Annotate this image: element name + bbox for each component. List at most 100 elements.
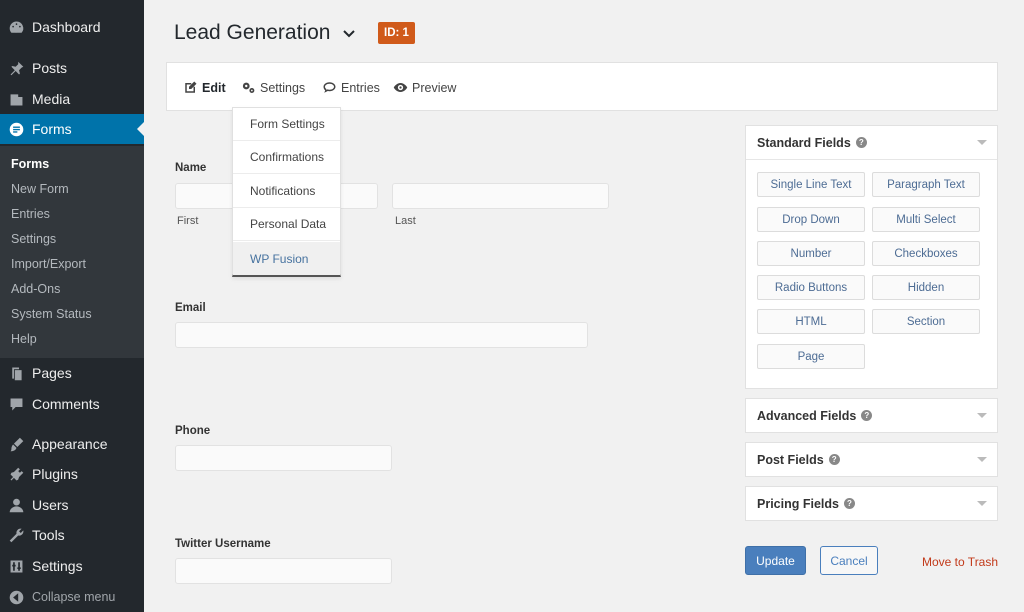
twitter-field-label: Twitter Username [175, 538, 271, 550]
cancel-button[interactable]: Cancel [820, 546, 878, 575]
wrench-icon [0, 527, 32, 544]
tab-edit[interactable]: Edit [183, 63, 226, 112]
help-icon[interactable]: ? [861, 410, 873, 421]
help-icon[interactable]: ? [855, 137, 867, 148]
add-paragraph-text-button[interactable]: Paragraph Text [872, 172, 980, 197]
menu-forms-label: Forms [32, 121, 72, 137]
menu-appearance-label: Appearance [32, 436, 108, 452]
forms-icon [0, 121, 32, 138]
submenu-settings[interactable]: Settings [11, 232, 56, 246]
add-multi-select-button[interactable]: Multi Select [872, 207, 980, 232]
tab-settings-label: Settings [260, 80, 306, 95]
menu-users-label: Users [32, 497, 69, 513]
help-icon[interactable]: ? [828, 454, 840, 465]
dashboard-icon [0, 19, 32, 36]
tab-preview[interactable]: Preview [393, 63, 456, 112]
add-hidden-button[interactable]: Hidden [872, 275, 980, 300]
chevron-down-icon[interactable] [342, 27, 356, 41]
edit-icon [185, 81, 197, 93]
post-fields-panel[interactable]: Post Fields ? [745, 442, 998, 477]
menu-tools-label: Tools [32, 527, 65, 543]
menu-plugins-label: Plugins [32, 466, 78, 482]
comment-bubble-icon [323, 82, 336, 93]
name-last-input[interactable] [392, 183, 609, 209]
phone-input[interactable] [175, 445, 392, 471]
menu-item-personal-data[interactable]: Personal Data [233, 208, 340, 241]
caret-down-icon [977, 413, 987, 418]
add-radio-buttons-button[interactable]: Radio Buttons [757, 275, 865, 300]
standard-fields-title: Standard Fields [757, 135, 851, 150]
advanced-fields-title: Advanced Fields [757, 408, 857, 423]
menu-item-notifications[interactable]: Notifications [233, 175, 340, 208]
submenu-import-export[interactable]: Import/Export [11, 257, 86, 271]
post-fields-title: Post Fields [757, 452, 824, 467]
pricing-fields-title: Pricing Fields [757, 496, 839, 511]
first-sublabel: First [177, 215, 199, 227]
help-icon[interactable]: ? [843, 498, 855, 509]
add-checkboxes-button[interactable]: Checkboxes [872, 241, 980, 266]
menu-media[interactable]: Media [0, 84, 144, 114]
collapse-icon [0, 589, 32, 606]
menu-dashboard-label: Dashboard [32, 19, 101, 35]
menu-media-label: Media [32, 91, 71, 107]
menu-dashboard[interactable]: Dashboard [0, 12, 144, 42]
add-drop-down-button[interactable]: Drop Down [757, 207, 865, 232]
tab-settings[interactable]: Settings [241, 63, 305, 112]
menu-tools[interactable]: Tools [0, 520, 144, 550]
eye-icon [393, 83, 408, 92]
add-page-button[interactable]: Page [757, 344, 865, 369]
menu-posts[interactable]: Posts [0, 53, 144, 83]
user-icon [0, 497, 32, 514]
form-id-badge: ID: 1 [378, 22, 415, 44]
collapse-menu-button[interactable]: Collapse menu [0, 582, 144, 612]
submenu-entries[interactable]: Entries [11, 207, 50, 221]
menu-forms[interactable]: Forms [0, 114, 144, 144]
advanced-fields-panel[interactable]: Advanced Fields ? [745, 398, 998, 433]
tab-preview-label: Preview [412, 80, 457, 95]
menu-item-form-settings[interactable]: Form Settings [233, 108, 340, 141]
standard-fields-panel: Standard Fields ? Single Line Text Parag… [745, 125, 998, 389]
pricing-fields-panel[interactable]: Pricing Fields ? [745, 486, 998, 521]
caret-down-icon [977, 140, 987, 145]
add-single-line-text-button[interactable]: Single Line Text [757, 172, 865, 197]
add-section-button[interactable]: Section [872, 309, 980, 334]
gears-icon [242, 82, 255, 93]
menu-pages-label: Pages [32, 365, 72, 381]
settings-dropdown-menu: Form Settings Confirmations Notification… [232, 107, 341, 277]
standard-fields-header[interactable]: Standard Fields ? [746, 126, 997, 159]
email-input[interactable] [175, 322, 588, 348]
submenu-forms[interactable]: Forms [11, 157, 49, 171]
menu-item-wp-fusion[interactable]: WP Fusion [233, 242, 340, 275]
menu-posts-label: Posts [32, 60, 68, 76]
twitter-input[interactable] [175, 558, 392, 584]
add-html-button[interactable]: HTML [757, 309, 865, 334]
menu-users[interactable]: Users [0, 490, 144, 520]
pin-icon [0, 60, 32, 77]
update-button[interactable]: Update [745, 546, 806, 575]
submenu-system-status[interactable]: System Status [11, 307, 92, 321]
forms-submenu: Forms New Form Entries Settings Import/E… [0, 146, 144, 358]
brush-icon [0, 436, 32, 453]
submenu-add-ons[interactable]: Add-Ons [11, 282, 60, 296]
move-to-trash-link[interactable]: Move to Trash [922, 555, 998, 569]
submenu-new-form[interactable]: New Form [11, 182, 69, 196]
submenu-help[interactable]: Help [11, 332, 37, 346]
phone-field-label: Phone [175, 425, 211, 437]
menu-comments-label: Comments [32, 396, 100, 412]
menu-pages[interactable]: Pages [0, 358, 144, 388]
email-field-label: Email [175, 302, 206, 314]
sliders-icon [0, 558, 32, 575]
menu-settings[interactable]: Settings [0, 551, 144, 581]
menu-plugins[interactable]: Plugins [0, 459, 144, 489]
add-number-button[interactable]: Number [757, 241, 865, 266]
comment-icon [0, 396, 32, 413]
caret-down-icon [977, 501, 987, 506]
collapse-menu-label: Collapse menu [32, 590, 116, 604]
menu-comments[interactable]: Comments [0, 389, 144, 419]
menu-appearance[interactable]: Appearance [0, 429, 144, 459]
menu-item-confirmations[interactable]: Confirmations [233, 141, 340, 174]
pages-icon [0, 365, 32, 382]
media-icon [0, 91, 32, 108]
tab-edit-label: Edit [202, 80, 226, 95]
tab-entries[interactable]: Entries [322, 63, 380, 112]
